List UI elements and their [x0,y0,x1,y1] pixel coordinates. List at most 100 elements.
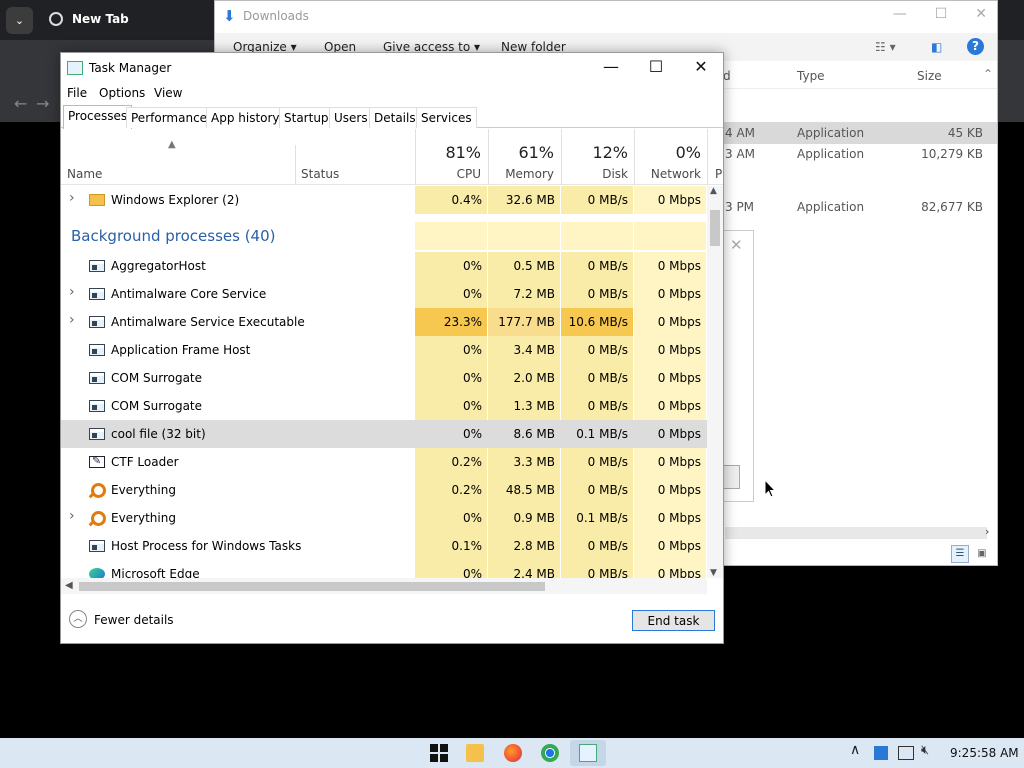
windows-start-icon[interactable] [430,744,448,762]
chevron-up-icon[interactable]: ∧ [850,742,868,760]
col-power-partial[interactable]: P [715,167,722,181]
process-cpu-value: 0% [462,567,482,578]
firefox-icon[interactable] [504,744,522,762]
process-row[interactable]: cool file (32 bit) 0% 8.6 MB 0.1 MB/s 0 Mbps [61,420,707,448]
task-manager-taskbar-icon[interactable] [579,744,597,762]
scroll-left-icon[interactable]: ◀ [65,580,73,591]
process-row[interactable]: Microsoft Edge 0% 2.4 MB 0 MB/s 0 Mbps [61,560,707,578]
app-window-icon [89,316,105,328]
process-disk-value: 0 MB/s [587,287,628,301]
process-row[interactable]: › Everything 0% 0.9 MB 0.1 MB/s 0 Mbps [61,504,707,532]
large-icons-view-icon[interactable]: ▣ [973,545,991,563]
clock[interactable]: 9:25:58 AM [950,746,1019,760]
task-manager-titlebar[interactable]: Task Manager — ☐ ✕ [61,53,723,83]
scroll-right-icon[interactable]: › [985,525,989,538]
col-date-partial: d [723,69,731,83]
process-memory-value: 0.9 MB [513,511,555,525]
process-name: CTF Loader [111,455,179,469]
process-row[interactable]: Everything 0.2% 48.5 MB 0 MB/s 0 Mbps [61,476,707,504]
task-manager-icon [67,61,83,75]
process-row[interactable]: Application Frame Host 0% 3.4 MB 0 MB/s 0 Mb… [61,336,707,364]
end-task-button[interactable]: End task [632,610,715,631]
tab-users[interactable]: Users [329,107,373,128]
process-row[interactable]: › Windows Explorer (2) 0.4% 32.6 MB 0 MB/s 0 … [61,186,707,214]
menu-options[interactable]: Options [99,86,145,100]
minimize-icon[interactable]: — [588,57,634,76]
horizontal-scrollbar[interactable]: ◀ [61,578,707,594]
expand-chevron-icon[interactable]: › [69,284,75,300]
minimize-icon[interactable]: — [893,6,907,22]
back-arrow-icon[interactable]: ← [14,94,27,113]
tab-processes[interactable]: Processes [63,105,133,129]
chrome-icon[interactable] [541,744,559,762]
tab-startup[interactable]: Startup [279,107,334,128]
help-icon[interactable]: ? [967,38,984,55]
process-row[interactable]: CTF Loader 0.2% 3.3 MB 0 MB/s 0 Mbps [61,448,707,476]
expand-chevron-icon[interactable]: › [69,190,75,206]
process-cpu-value: 23.3% [443,315,482,329]
process-row[interactable]: › Antimalware Core Service 0% 7.2 MB 0 MB/s 0… [61,280,707,308]
menu-view[interactable]: View [154,86,182,100]
process-memory-value: 3.3 MB [513,455,555,469]
col-cpu[interactable]: CPU [415,167,481,181]
dialog-button[interactable] [724,465,740,489]
scroll-up-icon[interactable]: ▲ [710,186,717,196]
maximize-icon[interactable]: ☐ [935,6,948,22]
process-disk-value: 0 MB/s [587,567,628,578]
close-icon[interactable]: ✕ [730,236,743,254]
process-memory-value: 0.5 MB [513,259,555,273]
expand-chevron-icon[interactable]: › [69,508,75,524]
tab-performance[interactable]: Performance [126,107,213,128]
col-status[interactable]: Status [301,167,339,181]
chevron-up-icon[interactable]: ⌃ [983,67,993,81]
process-row[interactable]: AggregatorHost 0% 0.5 MB 0 MB/s 0 Mbps [61,252,707,280]
view-options-icon[interactable]: ☷ ▾ [875,40,896,54]
explorer-horizontal-scrollbar[interactable] [725,527,987,539]
tab-details[interactable]: Details [369,107,421,128]
col-name[interactable]: Name [67,167,102,181]
heat-cell [634,222,706,250]
process-cpu-value: 0% [462,371,482,385]
speaker-muted-icon[interactable]: 🔇︎ [921,743,937,761]
process-row[interactable]: COM Surrogate 0% 1.3 MB 0 MB/s 0 Mbps [61,392,707,420]
fewer-details-link[interactable]: Fewer details [94,613,174,627]
chevron-down-icon[interactable]: ⌄ [6,7,33,34]
column-divider [707,129,708,185]
scrollbar-thumb[interactable] [79,582,545,591]
col-type[interactable]: Type [797,69,825,83]
chevron-up-circle-icon[interactable]: ︿ [69,610,87,628]
close-icon[interactable]: ✕ [975,6,987,22]
process-name: Host Process for Windows Tasks [111,539,302,553]
process-name: Antimalware Core Service [111,287,267,301]
close-icon[interactable]: ✕ [678,57,724,76]
process-name: Everything [111,511,176,525]
file-explorer-icon[interactable] [466,744,484,762]
col-network[interactable]: Network [635,167,701,181]
preview-pane-icon[interactable]: ◧ [931,40,942,54]
process-memory-value: 2.0 MB [513,371,555,385]
process-group-header[interactable]: Background processes (40) [61,222,707,250]
process-row[interactable]: › Antimalware Service Executable 23.3% 177.… [61,308,707,336]
col-memory[interactable]: Memory [489,167,554,181]
col-size[interactable]: Size [917,69,942,83]
col-disk[interactable]: Disk [562,167,628,181]
maximize-icon[interactable]: ☐ [633,57,679,76]
process-row[interactable]: COM Surrogate 0% 2.0 MB 0 MB/s 0 Mbps [61,364,707,392]
tab-app-history[interactable]: App history [206,107,285,128]
process-cpu-value: 0.2% [451,455,483,469]
tab-services[interactable]: Services [416,107,477,128]
tray-app-icon[interactable] [874,746,888,760]
expand-chevron-icon[interactable]: › [69,312,75,328]
process-row[interactable]: Host Process for Windows Tasks 0.1% 2.8 MB… [61,532,707,560]
magnifier-icon [89,511,106,526]
vertical-scrollbar[interactable]: ▲ ▼ [707,186,723,578]
scroll-down-icon[interactable]: ▼ [710,568,717,578]
details-view-icon[interactable]: ☰ [951,545,969,563]
browser-tab-title[interactable]: New Tab [72,12,129,26]
network-icon[interactable] [898,746,914,760]
scrollbar-thumb[interactable] [710,210,720,246]
menu-file[interactable]: File [67,86,87,100]
process-network-value: 0 Mbps [657,371,701,385]
process-network-value: 0 Mbps [657,315,701,329]
forward-arrow-icon[interactable]: → [36,94,49,113]
